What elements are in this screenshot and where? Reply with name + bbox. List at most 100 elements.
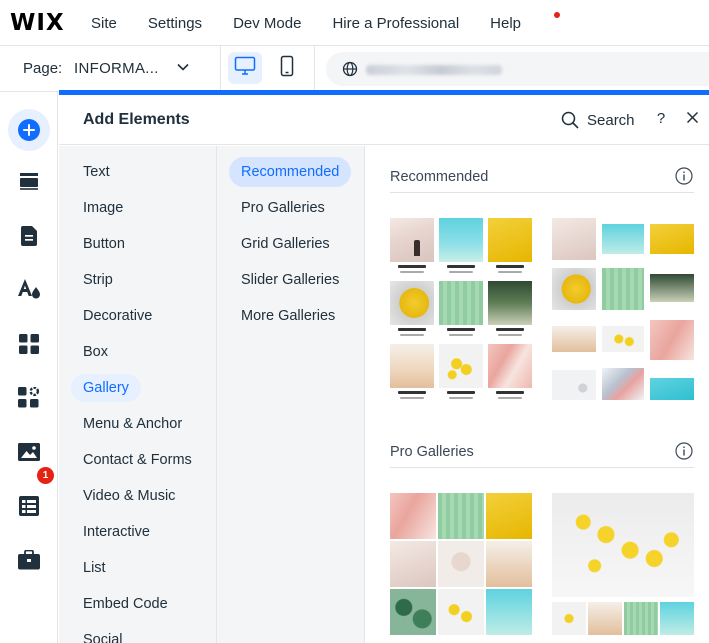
site-url-bar[interactable] bbox=[326, 52, 709, 86]
gallery-thumbnail bbox=[390, 541, 436, 587]
gallery-thumbnail bbox=[488, 218, 532, 262]
gallery-thumbnail bbox=[624, 602, 658, 635]
cms-button[interactable] bbox=[8, 487, 50, 529]
apps-button[interactable] bbox=[8, 325, 50, 367]
business-apps-button[interactable] bbox=[8, 379, 50, 421]
gallery-thumbnail bbox=[390, 281, 434, 325]
info-icon[interactable] bbox=[675, 167, 693, 190]
gallery-thumbnail bbox=[602, 224, 644, 254]
gallery-thumbnail bbox=[602, 368, 644, 400]
add-elements-panel-header: Add Elements Search ? bbox=[59, 95, 709, 145]
image-caption bbox=[390, 262, 434, 278]
cms-icon bbox=[19, 495, 39, 521]
page-selector[interactable]: INFORMA... bbox=[74, 60, 159, 77]
gallery-thumbnail bbox=[486, 589, 532, 635]
gallery-thumbnail bbox=[650, 274, 694, 302]
menu-settings[interactable]: Settings bbox=[148, 15, 202, 32]
category-menu-anchor[interactable]: Menu & Anchor bbox=[71, 410, 194, 438]
gallery-thumbnail bbox=[602, 326, 644, 352]
menu-hire-professional[interactable]: Hire a Professional bbox=[332, 15, 459, 32]
search-button[interactable]: Search bbox=[587, 112, 635, 129]
gallery-thumbnail bbox=[552, 326, 596, 352]
subcategory-pro-galleries[interactable]: Pro Galleries bbox=[229, 193, 337, 223]
gallery-thumbnail bbox=[552, 268, 596, 310]
gallery-thumbnail bbox=[390, 218, 434, 262]
element-categories: Text Image Button Strip Decorative Box G… bbox=[59, 146, 217, 643]
gallery-thumbnail bbox=[650, 224, 694, 254]
image-caption bbox=[439, 262, 483, 278]
category-interactive[interactable]: Interactive bbox=[71, 518, 162, 546]
category-social[interactable]: Social bbox=[71, 626, 135, 643]
gallery-thumbnail bbox=[438, 589, 484, 635]
wix-logo[interactable]: WIX bbox=[10, 10, 65, 36]
top-menu-bar: WIX Site Settings Dev Mode Hire a Profes… bbox=[0, 0, 709, 46]
design-icon bbox=[17, 278, 41, 305]
subcategory-slider-galleries[interactable]: Slider Galleries bbox=[229, 265, 351, 295]
gallery-thumbnail bbox=[439, 281, 483, 325]
category-decorative[interactable]: Decorative bbox=[71, 302, 164, 330]
category-gallery[interactable]: Gallery bbox=[71, 374, 141, 402]
add-elements-button[interactable] bbox=[8, 109, 50, 151]
category-video-music[interactable]: Video & Music bbox=[71, 482, 187, 510]
subcategory-more-galleries[interactable]: More Galleries bbox=[229, 301, 347, 331]
gallery-thumbnail bbox=[488, 344, 532, 388]
business-icon bbox=[18, 386, 40, 414]
menu-help[interactable]: Help bbox=[490, 11, 561, 32]
section-title-pro-galleries: Pro Galleries bbox=[390, 444, 474, 460]
panel-title: Add Elements bbox=[83, 111, 190, 128]
gallery-thumbnail bbox=[650, 378, 694, 400]
search-icon[interactable] bbox=[561, 111, 579, 134]
gallery-thumbnail bbox=[488, 281, 532, 325]
toolbar-divider bbox=[314, 46, 315, 92]
gallery-main-image bbox=[552, 493, 694, 597]
gallery-thumbnail bbox=[588, 602, 622, 635]
gallery-thumbnail bbox=[390, 493, 436, 539]
mobile-view-button[interactable] bbox=[270, 52, 304, 84]
media-button[interactable] bbox=[8, 433, 50, 475]
desktop-view-button[interactable] bbox=[228, 52, 262, 84]
gallery-thumbnail bbox=[486, 493, 532, 539]
help-button[interactable]: ? bbox=[655, 110, 667, 127]
media-icon bbox=[18, 442, 40, 466]
menu-site[interactable]: Site bbox=[91, 15, 117, 32]
portfolio-icon bbox=[18, 549, 40, 575]
image-caption bbox=[488, 388, 532, 404]
category-embed-code[interactable]: Embed Code bbox=[71, 590, 180, 618]
subcategory-grid-galleries[interactable]: Grid Galleries bbox=[229, 229, 342, 259]
category-box[interactable]: Box bbox=[71, 338, 120, 366]
left-toolbar: 1 bbox=[0, 92, 58, 643]
info-icon[interactable] bbox=[675, 442, 693, 465]
page-sections-button[interactable] bbox=[8, 217, 50, 259]
menu-dev-mode[interactable]: Dev Mode bbox=[233, 15, 301, 32]
pages-menu-button[interactable] bbox=[8, 162, 50, 204]
gallery-thumbnail bbox=[438, 541, 484, 587]
gallery-thumbnail bbox=[660, 602, 694, 635]
image-caption bbox=[390, 325, 434, 341]
site-design-button[interactable] bbox=[8, 270, 50, 312]
gallery-thumbnail bbox=[650, 320, 694, 360]
chevron-down-icon[interactable] bbox=[176, 60, 190, 79]
category-contact-forms[interactable]: Contact & Forms bbox=[71, 446, 204, 474]
page-label: Page: bbox=[23, 60, 63, 77]
category-image[interactable]: Image bbox=[71, 194, 135, 222]
gallery-thumbnail bbox=[439, 218, 483, 262]
image-caption bbox=[488, 325, 532, 341]
portfolio-button[interactable] bbox=[8, 541, 50, 583]
gallery-thumbnail bbox=[390, 589, 436, 635]
image-caption bbox=[390, 388, 434, 404]
apps-icon bbox=[19, 333, 39, 359]
gallery-presets-area: Recommended Pro Galleries bbox=[366, 146, 709, 643]
category-button[interactable]: Button bbox=[71, 230, 137, 258]
gallery-thumbnail bbox=[552, 370, 596, 400]
gallery-thumbnail bbox=[390, 344, 434, 388]
subcategory-recommended[interactable]: Recommended bbox=[229, 157, 352, 187]
gallery-subcategories: Recommended Pro Galleries Grid Galleries… bbox=[217, 146, 365, 643]
close-icon[interactable] bbox=[686, 111, 699, 129]
category-text[interactable]: Text bbox=[71, 158, 122, 186]
desktop-icon bbox=[234, 56, 256, 81]
section-divider bbox=[390, 467, 694, 468]
top-menu: Site Settings Dev Mode Hire a Profession… bbox=[91, 0, 583, 46]
menu-help-label: Help bbox=[490, 14, 522, 32]
category-strip[interactable]: Strip bbox=[71, 266, 125, 294]
category-list[interactable]: List bbox=[71, 554, 118, 582]
